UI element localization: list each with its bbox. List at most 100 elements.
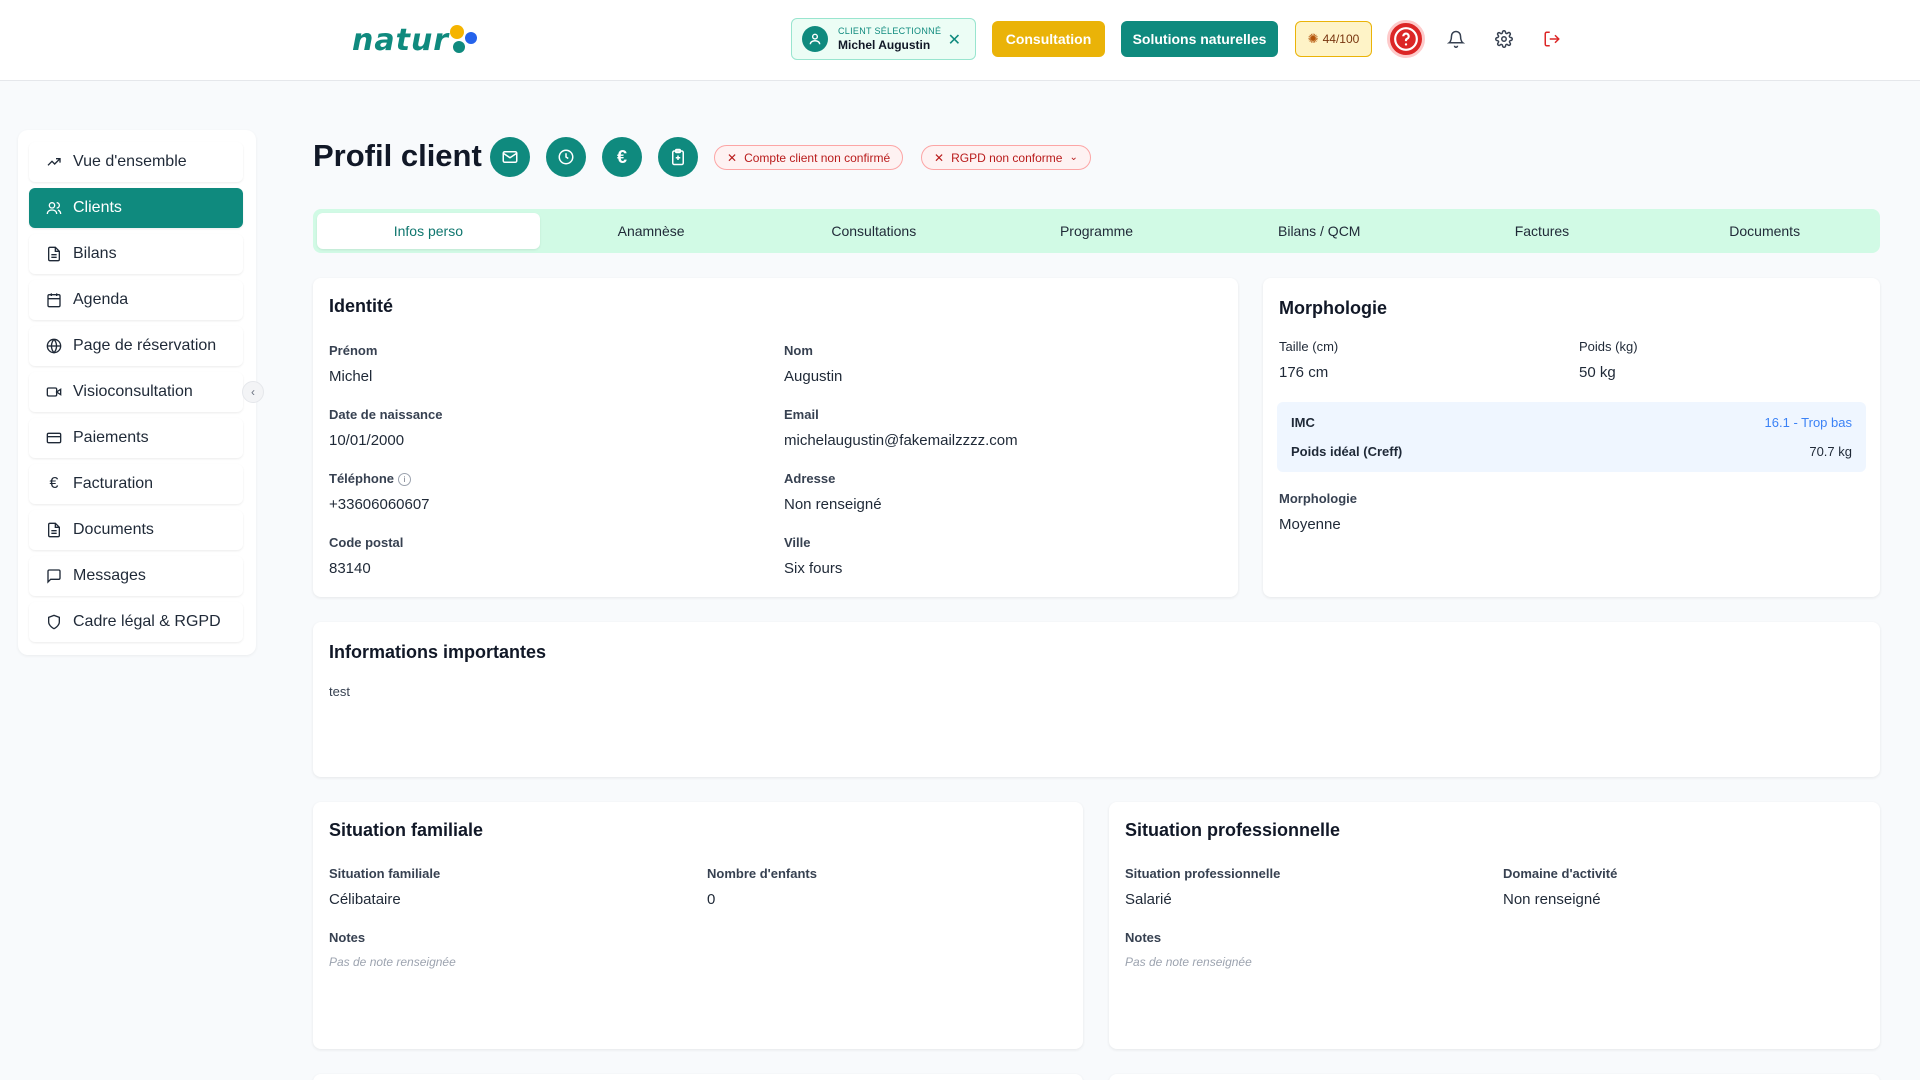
dob-label: Date de naissance <box>329 407 443 422</box>
score-value: 44/100 <box>1322 32 1360 46</box>
client-chip-name: Michel Augustin <box>838 38 931 52</box>
adresse-value: Non renseigné <box>784 496 882 513</box>
sidebar-item-bilans[interactable]: Bilans <box>29 234 243 274</box>
professional-title: Situation professionnelle <box>1125 820 1341 840</box>
sidebar-item-messages[interactable]: Messages <box>29 556 243 596</box>
client-chip-label: CLIENT SÉLECTIONNÉ <box>838 26 942 36</box>
children-label: Nombre d'enfants <box>707 866 817 881</box>
profile-tabs: Infos perso Anamnèse Consultations Progr… <box>313 209 1880 253</box>
video-icon <box>45 383 63 401</box>
tel-value: +33606060607 <box>329 496 430 513</box>
tab-factures[interactable]: Factures <box>1431 213 1654 249</box>
email-value: michelaugustin@fakemailzzzz.com <box>784 432 1018 449</box>
dob-value: 10/01/2000 <box>329 432 405 449</box>
rgpd-status-label: RGPD non conforme <box>951 150 1063 165</box>
identity-card: Identité Prénom Michel Nom Augustin Date… <box>313 278 1238 597</box>
tab-consultations[interactable]: Consultations <box>762 213 985 249</box>
chevron-down-icon: ⌄ <box>1069 152 1078 163</box>
identity-title: Identité <box>329 296 394 316</box>
account-status-badge[interactable]: ✕ Compte client non confirmé <box>714 145 904 170</box>
help-button[interactable] <box>1387 20 1425 58</box>
pro-notes-value: Pas de note renseignée <box>1125 955 1252 969</box>
gear-icon[interactable] <box>1493 28 1515 50</box>
cp-label: Code postal <box>329 535 404 550</box>
users-icon <box>45 199 63 217</box>
morphology-card: Morphologie Taille (cm) 176 cm Poids (kg… <box>1263 278 1880 597</box>
pro-situation-label: Situation professionnelle <box>1125 866 1281 881</box>
important-info-title: Informations importantes <box>329 642 547 662</box>
family-situation-label: Situation familiale <box>329 866 441 881</box>
sidebar-item-paiements[interactable]: Paiements <box>29 418 243 458</box>
imc-value: 16.1 - Trop bas <box>1764 415 1852 430</box>
domain-label: Domaine d'activité <box>1503 866 1618 881</box>
selected-client-chip[interactable]: CLIENT SÉLECTIONNÉ Michel Augustin ✕ <box>791 18 976 60</box>
sidebar-item-label: Agenda <box>73 291 129 308</box>
logo[interactable]: natur <box>352 18 481 62</box>
tab-documents[interactable]: Documents <box>1653 213 1876 249</box>
poids-value: 50 kg <box>1579 364 1616 381</box>
imc-box: IMC 16.1 - Trop bas Poids idéal (Creff) … <box>1277 402 1866 472</box>
sidebar-item-cadre-legal[interactable]: Cadre légal & RGPD <box>29 602 243 642</box>
sidebar-collapse-button[interactable]: ‹ <box>242 381 264 403</box>
sidebar-item-agenda[interactable]: Agenda <box>29 280 243 320</box>
help-icon <box>1394 27 1418 51</box>
nom-value: Augustin <box>784 368 843 385</box>
sidebar-item-facturation[interactable]: € Facturation <box>29 464 243 504</box>
sidebar-item-label: Page de réservation <box>73 337 217 354</box>
close-icon[interactable]: ✕ <box>948 30 961 50</box>
sidebar-item-label: Paiements <box>73 429 149 446</box>
poids-label: Poids (kg) <box>1579 339 1638 354</box>
rgpd-status-badge[interactable]: ✕ RGPD non conforme ⌄ <box>921 145 1091 170</box>
score-badge[interactable]: ✺ 44/100 <box>1295 21 1372 57</box>
tab-infos-perso[interactable]: Infos perso <box>317 213 540 249</box>
page-title: Profil client <box>313 138 482 173</box>
mail-icon <box>502 151 518 163</box>
domain-value: Non renseigné <box>1503 891 1601 908</box>
sidebar-item-clients[interactable]: Clients <box>29 188 243 228</box>
history-button[interactable] <box>546 137 586 177</box>
nom-label: Nom <box>784 343 813 358</box>
user-icon <box>802 26 828 52</box>
euro-button[interactable]: € <box>602 137 642 177</box>
solutions-naturelles-button[interactable]: Solutions naturelles <box>1121 21 1278 57</box>
x-icon: ✕ <box>934 150 945 165</box>
tab-anamnese[interactable]: Anamnèse <box>540 213 763 249</box>
mail-button[interactable] <box>490 137 530 177</box>
file-text-icon <box>45 521 63 539</box>
calendar-icon <box>45 291 63 309</box>
sidebar-item-page-reservation[interactable]: Page de réservation <box>29 326 243 366</box>
tab-bilans-qcm[interactable]: Bilans / QCM <box>1208 213 1431 249</box>
ideal-weight-label: Poids idéal (Creff) <box>1291 444 1403 459</box>
sidebar-item-vue-ensemble[interactable]: Vue d'ensemble <box>29 142 243 182</box>
sidebar: Vue d'ensemble Clients Bilans Agenda Pag… <box>18 130 256 655</box>
logout-icon[interactable] <box>1541 28 1563 50</box>
taille-label: Taille (cm) <box>1279 339 1339 354</box>
x-icon: ✕ <box>727 150 738 165</box>
family-title: Situation familiale <box>329 820 484 840</box>
bell-icon[interactable] <box>1445 28 1467 50</box>
important-info-card: Informations importantes test <box>313 622 1880 777</box>
clipboard-button[interactable] <box>658 137 698 177</box>
consultation-button[interactable]: Consultation <box>992 21 1105 57</box>
message-icon <box>45 567 63 585</box>
family-notes-label: Notes <box>329 930 366 945</box>
sidebar-item-label: Vue d'ensemble <box>73 153 187 170</box>
morpho-value: Moyenne <box>1279 516 1341 533</box>
professional-card: Situation professionnelle Situation prof… <box>1109 802 1880 1049</box>
sidebar-item-visioconsultation[interactable]: Visioconsultation <box>29 372 243 412</box>
top-header: natur CLIENT SÉLECTIONNÉ Michel Augustin… <box>0 0 1920 81</box>
prenom-label: Prénom <box>329 343 378 358</box>
shield-icon <box>45 613 63 631</box>
sidebar-item-documents[interactable]: Documents <box>29 510 243 550</box>
clock-icon <box>558 149 574 165</box>
info-icon[interactable]: i <box>398 473 411 486</box>
ville-label: Ville <box>784 535 811 550</box>
prenom-value: Michel <box>329 368 373 385</box>
tab-programme[interactable]: Programme <box>985 213 1208 249</box>
pro-situation-value: Salarié <box>1125 891 1172 908</box>
account-status-label: Compte client non confirmé <box>744 150 891 165</box>
sidebar-item-label: Cadre légal & RGPD <box>73 613 221 630</box>
email-label: Email <box>784 407 819 422</box>
sidebar-item-label: Visioconsultation <box>73 383 193 400</box>
globe-icon <box>45 337 63 355</box>
